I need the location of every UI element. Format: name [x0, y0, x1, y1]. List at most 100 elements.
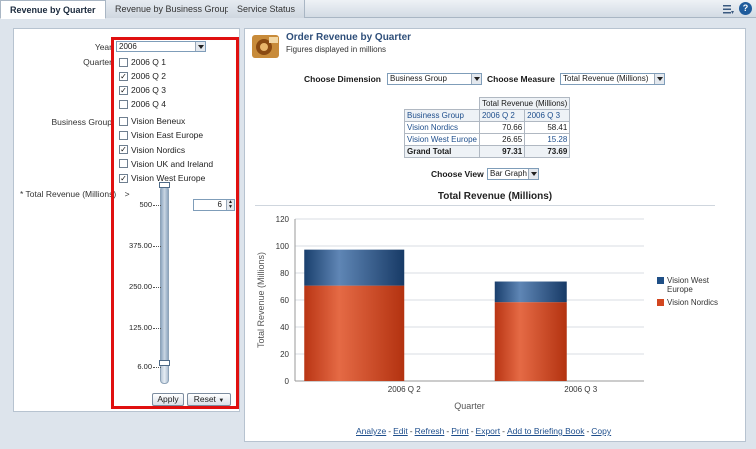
slider-tick-mark: [153, 246, 161, 247]
report-link[interactable]: Copy: [591, 426, 611, 436]
link-separator: -: [409, 426, 413, 436]
link-separator: -: [502, 426, 505, 436]
chevron-down-icon: [528, 169, 538, 179]
business-group-option[interactable]: Vision Beneux: [119, 116, 185, 126]
y-tick-label: 120: [276, 215, 290, 224]
bar-vision-nordics: [304, 285, 405, 381]
pivot-cell: 70.66: [478, 121, 526, 134]
table-row: Grand Total 97.31 73.69: [404, 145, 571, 158]
spinner-up-down-icon[interactable]: ▲ ▼: [226, 200, 234, 210]
choose-view-label: Choose View: [431, 169, 484, 179]
report-title: Order Revenue by Quarter: [286, 32, 412, 43]
legend-label: Vision West Europe: [667, 276, 710, 294]
chevron-down-icon: [195, 42, 205, 51]
bar-vision-west-europe: [304, 249, 405, 286]
bar-vision-nordics: [494, 302, 567, 381]
pivot-total-label: Grand Total: [404, 145, 480, 158]
checkbox-checked-icon[interactable]: ✓: [119, 173, 128, 183]
quarter-option-label: 2006 Q 2: [131, 71, 166, 81]
pivot-cell: 26.65: [478, 133, 526, 146]
y-tick-label: 0: [285, 377, 290, 386]
y-tick-label: 60: [280, 296, 289, 305]
x-tick-label: 2006 Q 3: [564, 385, 597, 394]
slider-tick-label: 375.00: [129, 241, 152, 250]
y-tick-label: 20: [280, 350, 289, 359]
slider-min-handle[interactable]: [159, 360, 170, 366]
checkbox-checked-icon[interactable]: ✓: [119, 145, 128, 155]
pivot-row-label[interactable]: Vision West Europe: [404, 133, 480, 146]
report-link[interactable]: Edit: [393, 426, 408, 436]
dimension-select[interactable]: Business Group: [387, 73, 482, 85]
quarter-option[interactable]: 2006 Q 1: [119, 57, 166, 67]
pivot-table: Total Revenue (Millions) Business Group …: [404, 97, 571, 158]
checkbox-checked-icon[interactable]: ✓: [119, 85, 128, 95]
pivot-col-header[interactable]: 2006 Q 3: [524, 109, 571, 122]
year-label: Year: [94, 42, 112, 52]
year-value: 2006: [119, 42, 137, 51]
apply-button[interactable]: Apply: [152, 393, 184, 406]
measure-select[interactable]: Total Revenue (Millions): [560, 73, 665, 85]
report-link[interactable]: Add to Briefing Book: [507, 426, 585, 436]
business-group-option[interactable]: Vision UK and Ireland: [119, 159, 213, 169]
pivot-cell: 15.28: [524, 133, 571, 146]
revenue-value-spinner[interactable]: 6 ▲ ▼: [193, 199, 235, 211]
tab-revenue-by-quarter[interactable]: Revenue by Quarter: [0, 0, 106, 19]
report-link[interactable]: Print: [451, 426, 468, 436]
checkbox-icon[interactable]: [119, 116, 128, 126]
pivot-total-cell: 97.31: [478, 145, 526, 158]
choose-measure-label: Choose Measure: [487, 74, 556, 84]
view-value: Bar Graph: [490, 169, 527, 178]
legend-swatch: [657, 277, 664, 284]
business-group-option-label: Vision Nordics: [131, 144, 186, 155]
link-separator: -: [470, 426, 474, 436]
chart-divider: [255, 205, 715, 206]
chevron-down-icon: [471, 74, 481, 84]
bar-vision-west-europe: [494, 281, 567, 303]
checkbox-icon[interactable]: [119, 57, 128, 67]
pivot-row-header[interactable]: Business Group: [404, 109, 480, 122]
legend-label: Vision Nordics: [667, 298, 718, 307]
tab-service-status[interactable]: Service Status: [228, 0, 306, 18]
page-options: ?: [722, 2, 752, 15]
checkbox-icon[interactable]: [119, 159, 128, 169]
tab-revenue-by-business-group[interactable]: Revenue by Business Group: [106, 0, 240, 18]
report-link[interactable]: Analyze: [356, 426, 386, 436]
revenue-slider-fill: [161, 186, 168, 362]
x-tick-label: 2006 Q 2: [388, 385, 421, 394]
business-group-option[interactable]: Vision East Europe: [119, 130, 203, 140]
x-axis-title: Quarter: [454, 401, 485, 411]
legend-swatch: [657, 299, 664, 306]
pivot-col-header[interactable]: 2006 Q 2: [478, 109, 526, 122]
pivot-row-label[interactable]: Vision Nordics: [404, 121, 480, 134]
business-group-option[interactable]: ✓ Vision Nordics: [119, 145, 185, 155]
report-link[interactable]: Refresh: [415, 426, 445, 436]
quarter-option-label: 2006 Q 4: [131, 99, 166, 109]
help-icon[interactable]: ?: [739, 2, 752, 15]
spinner-value: 6: [217, 200, 222, 209]
business-group-option-label: Vision UK and Ireland: [131, 158, 214, 169]
reset-button[interactable]: Reset ▼: [187, 393, 231, 406]
tab-bar: Revenue by Quarter Revenue by Business G…: [0, 0, 756, 19]
quarter-option[interactable]: ✓ 2006 Q 2: [119, 71, 166, 81]
slider-tick-mark: [153, 367, 161, 368]
page-options-icon[interactable]: [722, 3, 734, 15]
slider-max-handle[interactable]: [159, 182, 170, 188]
slider-tick-mark: [153, 287, 161, 288]
total-revenue-label: * Total Revenue (Millions) >: [20, 189, 130, 199]
reset-label: Reset: [193, 394, 216, 404]
choose-dimension-label: Choose Dimension: [304, 74, 381, 84]
year-select[interactable]: 2006: [116, 41, 206, 52]
quarter-option[interactable]: 2006 Q 4: [119, 99, 166, 109]
business-group-option-label: Vision East Europe: [131, 130, 204, 141]
view-select[interactable]: Bar Graph: [487, 168, 539, 180]
measure-value: Total Revenue (Millions): [563, 74, 649, 83]
checkbox-icon[interactable]: [119, 130, 128, 140]
table-row: Vision West Europe 26.65 15.28: [404, 133, 571, 146]
slider-tick-label: 250.00: [129, 282, 152, 291]
slider-tick-label: 6.00: [137, 362, 152, 371]
y-tick-label: 40: [280, 323, 289, 332]
quarter-option[interactable]: ✓ 2006 Q 3: [119, 85, 166, 95]
checkbox-icon[interactable]: [119, 99, 128, 109]
checkbox-checked-icon[interactable]: ✓: [119, 71, 128, 81]
report-link[interactable]: Export: [476, 426, 501, 436]
